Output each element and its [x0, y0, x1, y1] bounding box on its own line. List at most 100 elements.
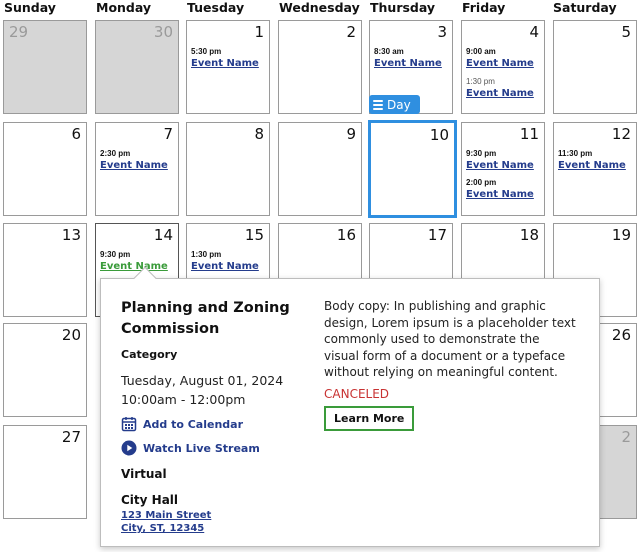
weekday-wednesday: Wednesday [279, 0, 360, 15]
weekday-sunday: Sunday [4, 0, 56, 15]
event-time: 11:30 pm [558, 149, 593, 158]
day-number: 13 [61, 226, 81, 244]
event-address-city[interactable]: City, ST, 12345 [121, 522, 301, 535]
event-link-active[interactable]: Event Name [100, 260, 168, 273]
day-cell[interactable]: 4 9:00 am Event Name 1:30 pm Event Name [461, 20, 545, 114]
weekday-monday: Monday [96, 0, 152, 15]
day-cell[interactable]: 27 [3, 425, 87, 519]
calendar-event: 9:00 am Event Name [466, 47, 534, 70]
calendar-icon [121, 417, 137, 432]
day-view-button[interactable]: Day [369, 95, 420, 114]
event-link[interactable]: Event Name [558, 159, 626, 172]
day-number: 6 [71, 125, 81, 143]
day-number: 29 [9, 23, 29, 41]
calendar-event: 11:30 pm Event Name [558, 149, 626, 172]
day-number: 27 [61, 428, 81, 446]
day-cell[interactable]: 6 [3, 122, 87, 216]
day-number: 15 [244, 226, 264, 244]
play-icon [121, 440, 137, 456]
day-number: 17 [427, 226, 447, 244]
event-time: 8:30 am [374, 47, 404, 56]
watch-live-stream-button[interactable]: Watch Live Stream [121, 439, 301, 457]
day-cell[interactable]: 30 [95, 20, 179, 114]
event-link[interactable]: Event Name [374, 57, 442, 70]
calendar-event: 1:30 pm Event Name [191, 250, 259, 273]
day-number: 7 [163, 125, 173, 143]
calendar-event: 9:30 pm Event Name [466, 149, 534, 172]
add-to-calendar-label: Add to Calendar [143, 417, 244, 431]
calendar-event: 8:30 am Event Name [374, 47, 442, 70]
event-detail-popover: Planning and Zoning Commission Category … [100, 278, 600, 547]
day-number: 26 [611, 326, 631, 344]
day-number: 8 [254, 125, 264, 143]
weekday-header: Sunday Monday Tuesday Wednesday Thursday… [0, 0, 642, 16]
event-link[interactable]: Event Name [466, 159, 534, 172]
day-number: 10 [429, 126, 449, 144]
day-cell[interactable]: 7 2:30 pm Event Name [95, 122, 179, 216]
event-time-range: 10:00am - 12:00pm [121, 392, 246, 407]
event-link[interactable]: Event Name [191, 260, 259, 273]
day-cell[interactable]: 9 [278, 122, 362, 216]
learn-more-button[interactable]: Learn More [324, 405, 415, 431]
day-number: 18 [519, 226, 539, 244]
day-cell[interactable]: 5 [553, 20, 637, 114]
event-time: 1:30 pm [191, 250, 222, 259]
calendar-event: 2:30 pm Event Name [100, 149, 168, 172]
event-address-street[interactable]: 123 Main Street [121, 509, 301, 522]
event-date: Tuesday, August 01, 2024 [121, 373, 284, 388]
day-number: 16 [336, 226, 356, 244]
day-cell[interactable]: 29 [3, 20, 87, 114]
day-cell[interactable]: 20 [3, 323, 87, 417]
calendar-event: 2:00 pm Event Name [466, 178, 534, 201]
event-link[interactable]: Event Name [466, 188, 534, 201]
day-number: 4 [529, 23, 539, 41]
day-view-label: Day [387, 97, 411, 112]
day-number: 5 [621, 23, 631, 41]
day-number: 20 [61, 326, 81, 344]
day-number: 19 [611, 226, 631, 244]
event-body-copy: Body copy: In publishing and graphic des… [324, 299, 576, 379]
day-number: 1 [254, 23, 264, 41]
event-time: 2:00 pm [466, 178, 497, 187]
add-to-calendar-button[interactable]: Add to Calendar [121, 415, 301, 433]
event-time: 1:30 pm [466, 77, 495, 86]
day-number: 2 [346, 23, 356, 41]
day-cell[interactable]: 1 5:30 pm Event Name [186, 20, 270, 114]
watch-live-stream-label: Watch Live Stream [143, 441, 260, 455]
weekday-tuesday: Tuesday [187, 0, 245, 15]
day-number: 14 [153, 226, 173, 244]
event-virtual-label: Virtual [121, 467, 167, 481]
event-link[interactable]: Event Name [466, 87, 534, 100]
event-title: Planning and Zoning Commission [121, 300, 290, 337]
weekday-saturday: Saturday [553, 0, 617, 15]
event-venue: City Hall [121, 493, 179, 507]
calendar-event: 5:30 pm Event Name [191, 47, 259, 70]
day-number: 2 [621, 428, 631, 446]
weekday-thursday: Thursday [370, 0, 436, 15]
event-category: Category [121, 348, 178, 361]
event-link[interactable]: Event Name [466, 57, 534, 70]
event-link[interactable]: Event Name [191, 57, 259, 70]
day-number: 30 [153, 23, 173, 41]
day-number: 3 [437, 23, 447, 41]
day-cell[interactable]: 2 [278, 20, 362, 114]
day-cell[interactable]: 11 9:30 pm Event Name 2:00 pm Event Name [461, 122, 545, 216]
list-icon [373, 98, 383, 112]
calendar-event: 9:30 pm Event Name [100, 250, 168, 273]
event-time: 9:30 pm [466, 149, 497, 158]
day-number: 9 [346, 125, 356, 143]
day-cell-selected[interactable]: 10 [368, 120, 457, 218]
calendar-event: 1:30 pm Event Name [466, 77, 534, 100]
day-number: 11 [519, 125, 539, 143]
day-cell[interactable]: 12 11:30 pm Event Name [553, 122, 637, 216]
weekday-friday: Friday [462, 0, 506, 15]
day-cell[interactable]: 8 [186, 122, 270, 216]
event-time: 2:30 pm [100, 149, 131, 158]
event-time: 9:00 am [466, 47, 496, 56]
day-number: 12 [611, 125, 631, 143]
event-time: 5:30 pm [191, 47, 222, 56]
event-detail-description: Body copy: In publishing and graphic des… [324, 298, 576, 431]
day-cell[interactable]: 13 [3, 223, 87, 317]
event-link[interactable]: Event Name [100, 159, 168, 172]
event-status: CANCELED [324, 386, 390, 401]
